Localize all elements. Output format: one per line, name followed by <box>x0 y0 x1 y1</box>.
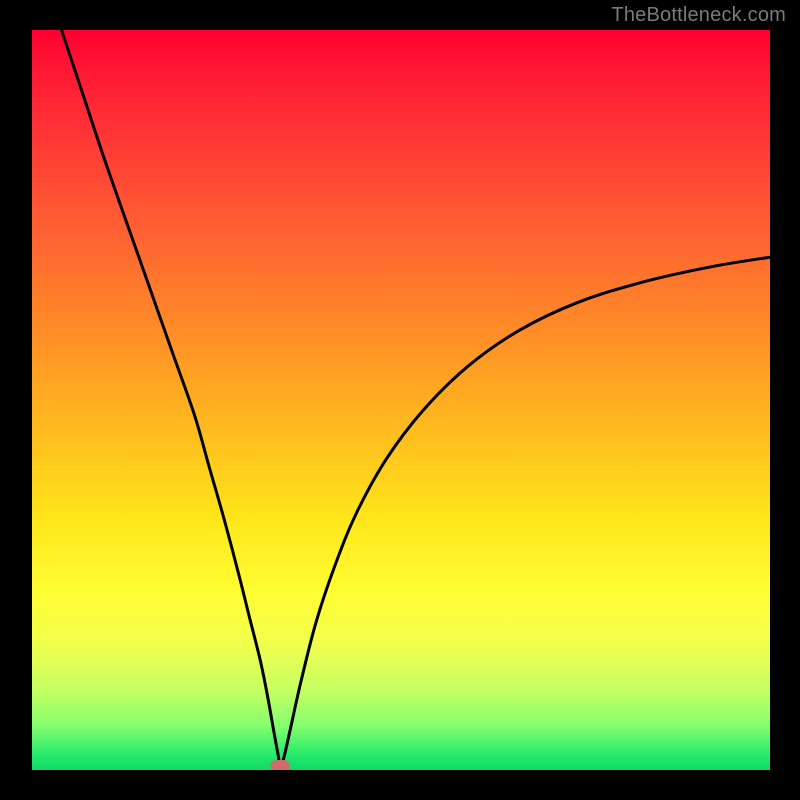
chart-stage: TheBottleneck.com <box>0 0 800 800</box>
bottleneck-curve-path <box>62 30 771 766</box>
optimal-point-marker <box>271 760 290 770</box>
watermark-text: TheBottleneck.com <box>611 4 786 27</box>
bottleneck-curve <box>32 30 770 770</box>
plot-area <box>32 30 770 770</box>
